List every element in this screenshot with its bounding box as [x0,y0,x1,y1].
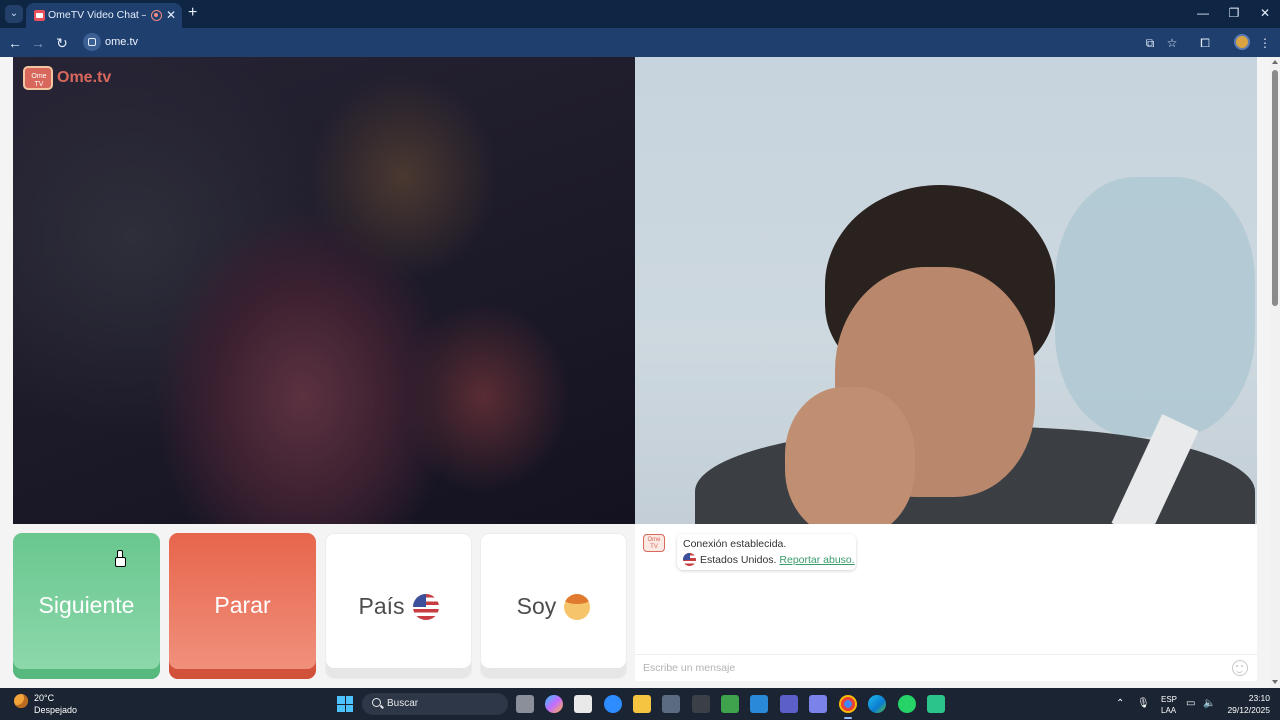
recording-icon [151,10,162,21]
chat-input-area [635,654,1257,681]
minimize-button[interactable]: — [1188,4,1218,22]
next-label: Siguiente [38,592,135,618]
emoji-smiley-icon[interactable] [1232,660,1248,676]
boy-avatar-icon [564,594,591,620]
taskbar-search[interactable]: Buscar [362,693,508,715]
menu-kebab-icon[interactable]: ⋮ [1255,33,1275,53]
tab-ometv[interactable]: OmeTV Video Chat — Omegle ✕ [26,3,182,28]
stop-label: Parar [214,592,271,618]
back-arrow-icon[interactable]: ← [5,33,25,53]
scroll-up-icon[interactable] [1272,60,1278,64]
cast-icon[interactable]: ⧉ [1140,33,1160,53]
iam-label-row: Soy [481,592,626,620]
hand-cursor-icon [114,550,126,567]
extensions-icon[interactable]: ⧠ [1195,33,1215,53]
profile-avatar[interactable] [1234,34,1250,50]
chat-message-input[interactable] [639,658,1219,678]
next-button[interactable]: Siguiente [13,533,160,679]
network-icon[interactable]: ▭ [1186,698,1195,710]
search-icon [372,698,381,707]
country-message: Estados Unidos. Reportar abuso. [683,553,855,566]
language-top[interactable]: ESP [1161,695,1177,704]
browser-toolbar: ← → ↻ ome.tv ⧉ ☆ ⧠ ⋮ [0,28,1280,57]
tray-chevron-up-icon[interactable]: ⌃ [1116,698,1124,710]
weather-desc[interactable]: Despejado [34,705,77,715]
connection-message: Conexión establecida. [683,538,787,550]
ometv-chat-avatar-icon [643,534,665,552]
chrome-icon[interactable] [839,695,857,713]
browser-titlebar: ⌄ OmeTV Video Chat — Omegle ✕ + — ❐ ✕ [0,0,1280,28]
forward-arrow-icon[interactable]: → [28,33,48,53]
chat-panel: Conexión establecida. Estados Unidos. Re… [635,524,1257,681]
clock-date[interactable]: 29/12/2025 [1222,705,1270,715]
zoom-icon[interactable] [604,695,622,713]
url-text[interactable]: ome.tv [105,36,138,48]
restore-button[interactable]: ❐ [1219,4,1249,22]
country-label: País [358,593,405,619]
ometv-tv-icon [23,66,53,90]
logo-text: Ome.tv [57,69,112,86]
whatsapp-icon[interactable] [898,695,916,713]
ometv-favicon-icon [34,10,45,21]
tab-close-icon[interactable]: ✕ [166,7,176,23]
tab-search-button[interactable]: ⌄ [5,5,23,23]
new-tab-button[interactable]: + [188,5,197,21]
store-icon[interactable] [574,695,592,713]
background-pillow [1055,177,1255,437]
iam-button[interactable]: Soy [480,533,627,679]
us-flag-small-icon [683,553,696,566]
tab-title: OmeTV Video Chat — Omegle [48,9,146,21]
volume-icon[interactable]: 🔈 [1203,698,1215,710]
windows-taskbar: 20°C Despejado Buscar ⌃ 🎙 ESP LAA ▭ 🔈 23… [0,688,1280,720]
bookmark-star-icon[interactable]: ☆ [1162,33,1182,53]
address-bar[interactable]: ome.tv [80,31,1190,54]
reload-icon[interactable]: ↻ [52,33,72,53]
windows-start-icon[interactable] [337,696,353,712]
edge-icon[interactable] [868,695,886,713]
app-spider-icon[interactable] [692,695,710,713]
copilot-icon[interactable] [545,695,563,713]
site-info-icon[interactable] [83,33,101,51]
chrome-active-indicator [844,717,852,719]
task-view-icon[interactable] [516,695,534,713]
scrollbar-thumb[interactable] [1272,70,1278,306]
teams-icon[interactable] [809,695,827,713]
country-text: Estados Unidos. [700,554,777,566]
vscode-icon[interactable] [750,695,768,713]
iam-label: Soy [516,593,557,619]
system-message-bubble: Conexión establecida. Estados Unidos. Re… [677,534,856,570]
weather-temp[interactable]: 20°C [34,693,54,703]
us-flag-icon [412,594,439,620]
game-app-icon[interactable] [662,695,680,713]
stop-button[interactable]: Parar [169,533,316,679]
stranger-video [13,57,635,524]
scroll-down-icon[interactable] [1272,680,1278,684]
person-hand [785,387,915,524]
self-video [635,57,1257,524]
android-app-icon[interactable] [927,695,945,713]
language-bottom[interactable]: LAA [1161,706,1176,715]
intellij-icon[interactable] [780,695,798,713]
report-abuse-link[interactable]: Reportar abuso. [779,554,854,566]
clock-time[interactable]: 23:10 [1240,693,1270,703]
microphone-icon[interactable]: 🎙 [1137,698,1150,710]
search-label: Buscar [387,698,419,709]
ometv-logo: Ome.tv [23,64,115,92]
country-button[interactable]: País [325,533,472,679]
minecraft-icon[interactable] [721,695,739,713]
country-label-row: País [326,592,471,620]
close-window-button[interactable]: ✕ [1250,4,1280,22]
file-explorer-icon[interactable] [633,695,651,713]
weather-moon-icon[interactable] [14,694,28,708]
